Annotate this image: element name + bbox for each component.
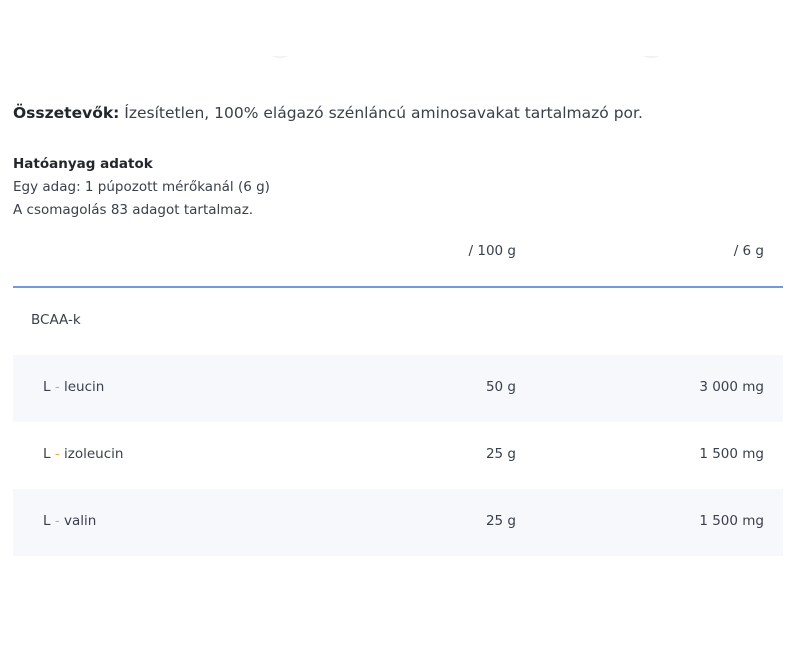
value-per-serving: 1 500 mg [699,513,764,529]
value-per-serving: 1 500 mg [699,446,764,462]
header-per-100g: / 100 g [468,243,516,259]
active-ingredient-info: Hatóanyag adatok Egy adag: 1 púpozott mé… [13,153,270,222]
ingredients-text: Ízesítetlen, 100% elágazó szénláncú amin… [124,104,643,122]
value-per-serving: 3 000 mg [699,379,764,395]
value-per-100g: 50 g [485,379,516,395]
value-per-100g: 25 g [485,446,516,462]
header-per-serving: / 6 g [733,243,764,259]
serving-size: Egy adag: 1 púpozott mérőkanál (6 g) [13,179,270,195]
servings-count: A csomagolás 83 adagot tartalmaz. [13,202,254,218]
table-row: L - leucin 50 g 3 000 mg [13,355,783,422]
nutrient-name: L - leucin [43,379,105,395]
table-row-group: BCAA-k [13,288,783,355]
table-row: L - valin 25 g 1 500 mg [13,489,783,556]
nutrient-name: L - valin [43,513,97,529]
ingredients-label: Összetevők: [13,104,120,122]
top-decoration [0,0,800,70]
group-label: BCAA-k [31,312,81,328]
info-title: Hatóanyag adatok [13,156,153,172]
table-header: / 100 g / 6 g [13,234,783,288]
ingredients-line: Összetevők: Ízesítetlen, 100% elágazó sz… [13,104,643,122]
value-per-100g: 25 g [485,513,516,529]
nutrient-name: L - izoleucin [43,446,124,462]
table-row: L - izoleucin 25 g 1 500 mg [13,422,783,489]
nutrition-table: / 100 g / 6 g BCAA-k L - leucin 50 g 3 0… [13,234,783,556]
